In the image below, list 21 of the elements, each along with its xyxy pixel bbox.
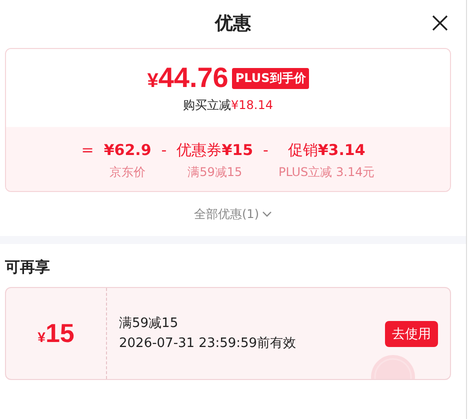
breakdown-note: 满59减15 [188, 164, 242, 181]
panel-title: 优惠 [215, 12, 251, 35]
operator-sign: - [161, 140, 167, 160]
section-title: 可再享 [5, 258, 51, 277]
all-offers-link[interactable]: 全部优惠(1) [194, 206, 272, 222]
close-icon[interactable] [432, 15, 448, 31]
plus-price-tag: PLUS到手价 [232, 68, 309, 88]
breakdown-note: PLUS立减 3.14元 [278, 164, 375, 181]
use-button[interactable]: 去使用 [385, 320, 438, 346]
operator-sign: - [263, 140, 268, 160]
breakdown-value: 促销¥3.14 [288, 140, 366, 160]
coupon-amount: ¥15 [38, 318, 74, 349]
breakdown-value: 优惠券¥15 [176, 140, 254, 160]
coupon-validity: 2026-07-31 23:59:59前有效 [119, 334, 298, 352]
saving-text: 购买立减¥18.14 [183, 97, 273, 114]
breakdown-note: 京东价 [110, 164, 146, 181]
final-price: ¥44.76 [147, 62, 228, 94]
breakdown-value: ¥62.9 [104, 140, 152, 160]
coupon-condition: 满59减15 [119, 314, 180, 332]
operator-sign: = [81, 140, 94, 160]
chevron-down-icon [262, 210, 272, 218]
